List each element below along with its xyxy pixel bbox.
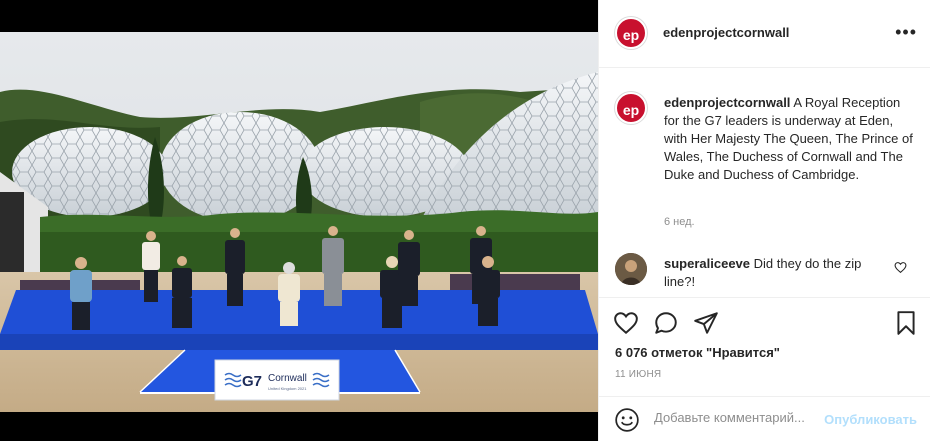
- account-avatar[interactable]: ep: [615, 17, 647, 49]
- share-icon[interactable]: [693, 310, 719, 336]
- comment-heart-icon[interactable]: [894, 261, 907, 274]
- comment-username[interactable]: superaliceeve: [664, 256, 750, 271]
- post-side-panel: ep edenprojectcornwall ••• ep edenprojec…: [598, 0, 930, 441]
- add-comment-bar: Опубликовать: [599, 396, 930, 441]
- action-bar: [599, 297, 930, 347]
- emoji-icon[interactable]: [614, 407, 640, 433]
- post-date[interactable]: 11 ИЮНЯ: [615, 369, 661, 380]
- heart-icon[interactable]: [613, 310, 639, 336]
- caption-username[interactable]: edenprojectcornwall: [664, 95, 790, 110]
- likes-count[interactable]: 6 076 отметок "Нравится": [615, 345, 780, 360]
- comment-text: superaliceeve Did they do the zip line?!: [664, 255, 894, 291]
- comment-icon[interactable]: [653, 310, 679, 336]
- bookmark-icon[interactable]: [893, 310, 919, 336]
- comment-item: superaliceeve Did they do the zip line?!: [615, 253, 915, 289]
- post-media: G7 Cornwall United Kingdom 2021: [0, 0, 598, 441]
- more-options-icon[interactable]: •••: [895, 22, 917, 43]
- sign-subtitle-text: United Kingdom 2021: [268, 386, 307, 391]
- sign-logo-text: G7: [242, 373, 262, 390]
- commenter-avatar[interactable]: [615, 253, 647, 285]
- caption-avatar[interactable]: ep: [615, 92, 647, 124]
- post-header: ep edenprojectcornwall •••: [599, 0, 930, 68]
- account-username[interactable]: edenprojectcornwall: [663, 25, 789, 40]
- publish-button[interactable]: Опубликовать: [824, 412, 917, 427]
- caption-text: edenprojectcornwall A Royal Reception fo…: [664, 94, 914, 184]
- caption-time[interactable]: 6 нед.: [664, 216, 695, 228]
- sign-title-text: Cornwall: [268, 373, 307, 384]
- post-photo[interactable]: G7 Cornwall United Kingdom 2021: [0, 32, 598, 412]
- comment-input[interactable]: [654, 410, 819, 425]
